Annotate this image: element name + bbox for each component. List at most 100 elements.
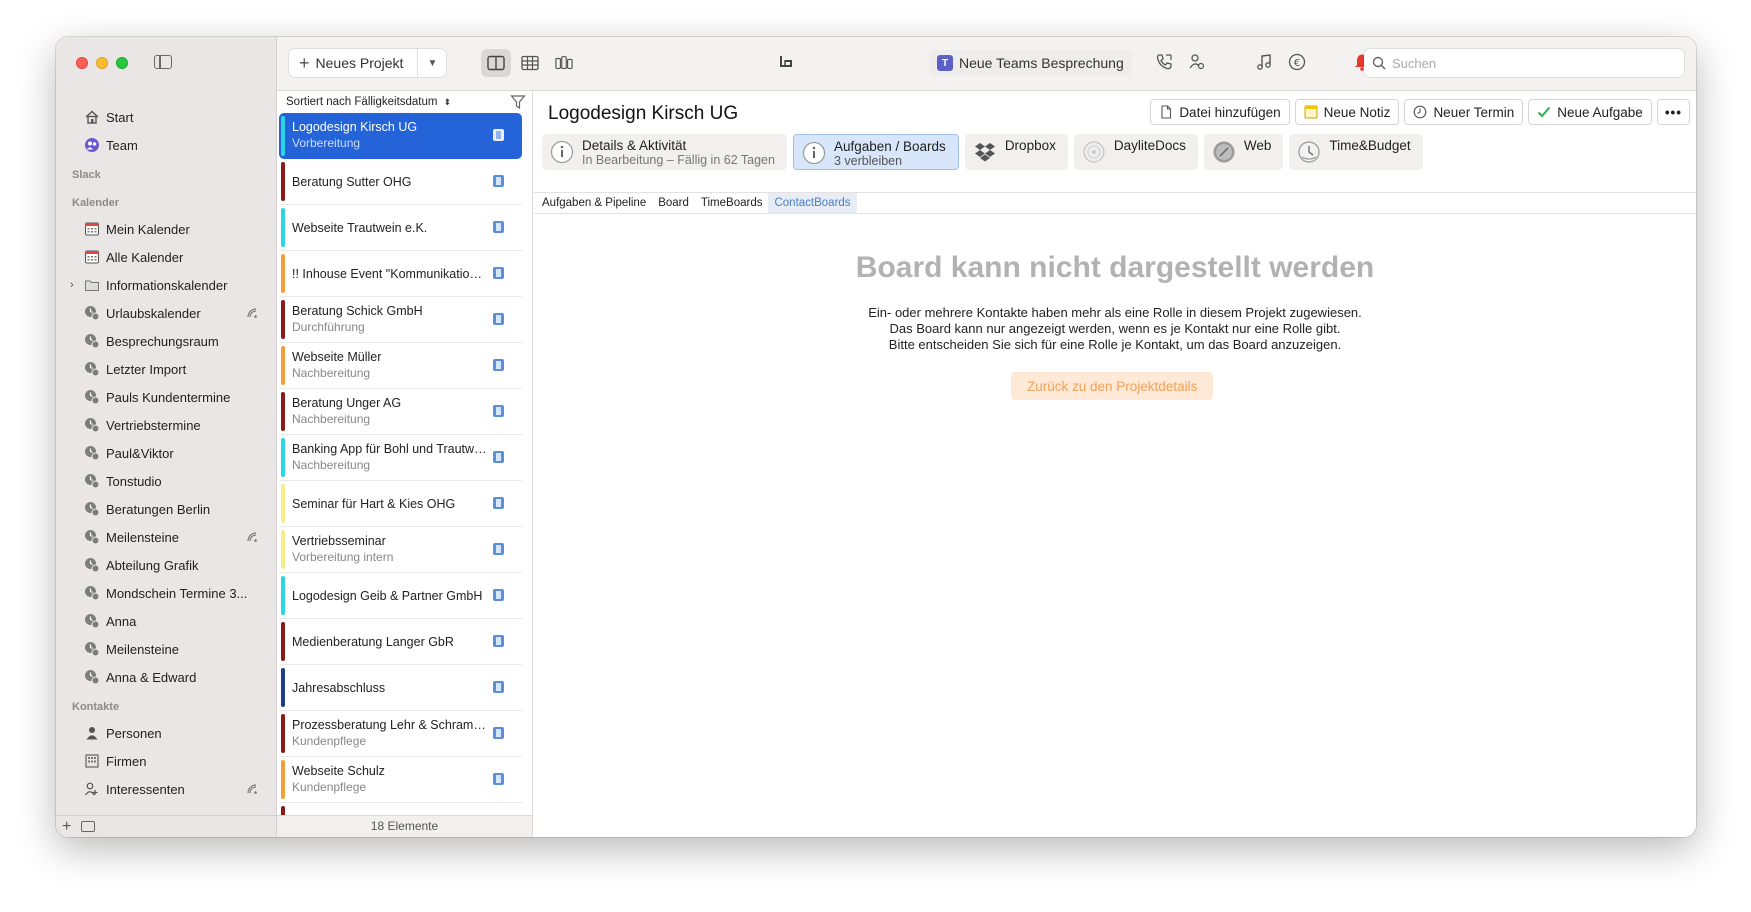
sidebar-item-interessenten[interactable]: Interessenten — [56, 775, 276, 803]
project-list-item[interactable]: Webseite Trautwein e.K. — [279, 205, 522, 251]
sub-tab-board[interactable]: Board — [652, 193, 695, 213]
sub-tab-timeboards[interactable]: TimeBoards — [695, 193, 769, 213]
new-project-group: + Neues Projekt ▼ — [289, 49, 447, 77]
sidebar-item-personen[interactable]: Personen — [56, 719, 276, 747]
table-view-icon — [521, 55, 539, 71]
daylite-link-icon[interactable] — [777, 52, 797, 72]
new-project-button[interactable]: + Neues Projekt — [289, 49, 419, 77]
search-field[interactable] — [1364, 49, 1684, 77]
filter-icon[interactable] — [510, 94, 526, 110]
new-task-button[interactable]: Neue Aufgabe — [1528, 99, 1652, 125]
project-list-item[interactable]: Banking App für Bohl und Trautwein Nachbe… — [279, 435, 522, 481]
sidebar-item-label: Mein Kalender — [106, 221, 190, 237]
chevron-right-icon[interactable]: › — [70, 279, 82, 291]
person-link-icon[interactable] — [1187, 52, 1207, 72]
note-icon — [1304, 105, 1318, 119]
tab-web[interactable]: Web — [1203, 134, 1284, 170]
sidebar-item-meilensteine[interactable]: Meilensteine — [56, 635, 276, 663]
sidebar-item-start[interactable]: Start — [56, 103, 276, 131]
phone-icon[interactable] — [1154, 52, 1174, 72]
music-icon[interactable] — [1254, 52, 1274, 72]
sidebar-item-beratungen-berlin[interactable]: Beratungen Berlin — [56, 495, 276, 523]
add-icon[interactable]: + — [62, 818, 71, 836]
project-color-bar — [281, 162, 285, 201]
tab-time-budget[interactable]: Time&Budget — [1289, 134, 1423, 170]
project-title: Logodesign Geib & Partner GmbH — [292, 589, 483, 603]
sidebar-item-pauls-kundentermine[interactable]: Pauls Kundentermine — [56, 383, 276, 411]
sidebar-item-abteilung-grafik[interactable]: Abteilung Grafik — [56, 551, 276, 579]
board-status-icon — [493, 451, 504, 463]
sidebar-item-anna-edward[interactable]: Anna & Edward — [56, 663, 276, 691]
sub-tab-contactboards[interactable]: ContactBoards — [768, 193, 857, 213]
error-message-line: Bitte entscheiden Sie sich für eine Roll… — [888, 337, 1342, 352]
table-view-button[interactable] — [515, 49, 545, 77]
section-contacts[interactable]: Kontakte — [56, 691, 276, 719]
sidebar-item-firmen[interactable]: Firmen — [56, 747, 276, 775]
sidebar-item-informationskalender[interactable]: › Informationskalender — [56, 271, 276, 299]
sidebar-item-letzter-import[interactable]: Letzter Import — [56, 355, 276, 383]
error-title: Board kann nicht dargestellt werden — [855, 251, 1375, 284]
more-button[interactable]: ••• — [1656, 99, 1690, 125]
tab-aufgaben-boards[interactable]: Aufgaben / Boards 3 verbleiben — [792, 134, 959, 170]
section-slack[interactable]: Slack — [56, 159, 276, 187]
calendar-toggle-icon[interactable] — [81, 821, 96, 832]
project-list-item[interactable]: Beratung Unger AG Nachbereitung — [279, 389, 522, 435]
sidebar-item-anna[interactable]: Anna — [56, 607, 276, 635]
sidebar-item-label: Meilensteine — [106, 529, 179, 545]
project-list-item[interactable]: Beratung Sutter OHG — [279, 159, 522, 205]
sidebar-item-mondschein-termine-3[interactable]: Mondschein Termine 3... — [56, 579, 276, 607]
sidebar-item-alle-kalender[interactable]: Alle Kalender — [56, 243, 276, 271]
project-list-item[interactable]: Webseite Müller Nachbereitung — [279, 343, 522, 389]
board-sub-tabs: Aufgaben & Pipeline Board TimeBoards Contac… — [534, 192, 1696, 214]
project-list-item[interactable]: Prozessberatung Lehr & Schramm... Kundenp… — [279, 711, 522, 757]
sidebar-toggle-icon[interactable] — [154, 55, 172, 69]
back-to-project-details-button[interactable]: Zurück zu den Projektdetails — [1011, 372, 1214, 400]
project-title: Beratung Unger AG — [292, 396, 402, 410]
project-list-item[interactable]: Jahresabschluss — [279, 665, 522, 711]
project-list-item[interactable]: Logodesign Geib & Partner GmbH — [279, 573, 522, 619]
tab-details-aktivität[interactable]: Details & Aktivität In Bearbeitung – Fäll… — [542, 134, 787, 170]
teams-meeting-button[interactable]: T Neue Teams Besprechung — [929, 50, 1132, 76]
euro-icon[interactable]: € — [1287, 52, 1307, 72]
project-detail: Logodesign Kirsch UG Datei hinzufügen Ne… — [534, 91, 1696, 837]
sidebar-item-tonstudio[interactable]: Tonstudio — [56, 467, 276, 495]
project-list-item[interactable]: Medienberatung Langer GbR — [279, 619, 522, 665]
new-appointment-button[interactable]: Neuer Termin — [1404, 99, 1524, 125]
chevron-down-icon[interactable]: ▼ — [418, 49, 446, 77]
new-note-button[interactable]: Neue Notiz — [1294, 99, 1400, 125]
calendar-shared-icon — [84, 501, 100, 517]
sidebar-item-paul-viktor[interactable]: Paul&Viktor — [56, 439, 276, 467]
project-title: Webseite Trautwein e.K. — [292, 221, 428, 235]
sidebar-item-meilensteine[interactable]: Meilensteine — [56, 523, 276, 551]
project-list-item[interactable]: Seminar für Hart & Kies OHG — [279, 481, 522, 527]
project-list-item[interactable]: !! Inhouse Event "Kommunikation ist alle… — [279, 251, 522, 297]
project-phase: Kundenpflege — [292, 780, 367, 794]
board-status-icon — [493, 497, 504, 509]
project-list-item[interactable]: Webseite Schulz Kundenpflege — [279, 757, 522, 803]
board-status-icon — [493, 681, 504, 693]
sort-header[interactable]: Sortiert nach Fälligkeitsdatum ⬍ — [277, 91, 532, 113]
project-list-item[interactable]: Bernd Bohl OHG – Beratung — [279, 803, 522, 815]
minimize-window-button[interactable] — [96, 57, 108, 69]
sidebar-item-team[interactable]: Team — [56, 131, 276, 159]
sidebar-item-vertriebstermine[interactable]: Vertriebstermine — [56, 411, 276, 439]
zoom-window-button[interactable] — [116, 57, 128, 69]
tab-daylitedocs[interactable]: DayliteDocs — [1073, 134, 1198, 170]
tab-dropbox[interactable]: Dropbox — [964, 134, 1068, 170]
project-list-item[interactable]: Vertriebsseminar Vorbereitung intern — [279, 527, 522, 573]
sidebar-item-besprechungsraum[interactable]: Besprechungsraum — [56, 327, 276, 355]
sidebar-item-urlaubskalender[interactable]: Urlaubskalender — [56, 299, 276, 327]
split-view-button[interactable] — [481, 49, 511, 77]
project-color-bar — [281, 622, 285, 661]
close-window-button[interactable] — [76, 57, 88, 69]
docs-icon — [1082, 140, 1106, 164]
add-file-button[interactable]: Datei hinzufügen — [1150, 99, 1290, 125]
detail-tabs: Details & Aktivität In Bearbeitung – Fäll… — [542, 134, 1423, 170]
section-calendar[interactable]: Kalender — [56, 187, 276, 215]
project-list-item[interactable]: Beratung Schick GmbH Durchführung — [279, 297, 522, 343]
sidebar-item-mein-kalender[interactable]: Mein Kalender — [56, 215, 276, 243]
board-view-button[interactable] — [549, 49, 579, 77]
sub-tab-aufgaben-pipeline[interactable]: Aufgaben & Pipeline — [536, 193, 652, 213]
search-input[interactable] — [1392, 55, 1672, 71]
project-list-item[interactable]: Logodesign Kirsch UG Vorbereitung — [279, 113, 522, 159]
